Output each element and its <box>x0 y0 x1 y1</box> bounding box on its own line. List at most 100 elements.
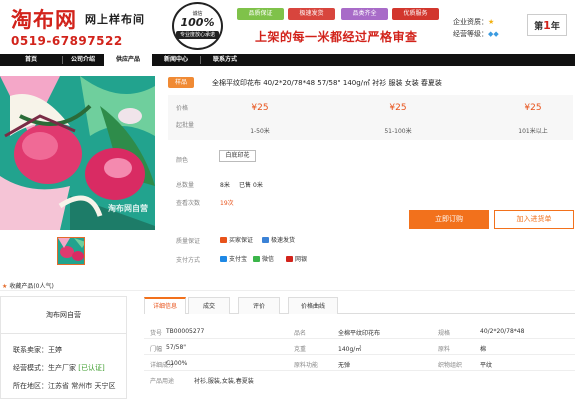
alipay-icon <box>220 256 227 262</box>
enterprise-credentials: 企业资质：★ 经营等级：◆◆ <box>453 16 499 40</box>
spec-value: 全棉平纹印花布 <box>338 330 381 337</box>
hotline-phone: 0519-67897522 <box>11 34 123 48</box>
spec-value: 衬衫,服装,女装,春夏装 <box>194 378 254 385</box>
nav-company[interactable]: 公司介绍 <box>63 54 103 66</box>
seal-value: 100% <box>180 16 215 29</box>
spec-key: 门幅 <box>150 346 163 353</box>
mode-value: 生产厂家 <box>48 364 76 372</box>
badge-full-range: 品类齐全 <box>341 8 388 20</box>
contact-label: 联系卖家： <box>13 346 48 354</box>
range-tier-1: 1-50米 <box>250 128 270 135</box>
fast-shipping-label: 极速发货 <box>271 237 296 244</box>
wechat-label: 微信 <box>262 256 275 263</box>
price-tier-2: ¥25 <box>389 103 407 113</box>
header-motto: 上架的每一米都经过严格审查 <box>255 30 418 44</box>
spec-value: 57/58" <box>166 344 187 351</box>
spec-key: 规格 <box>438 330 451 337</box>
bank-card-icon <box>286 256 293 262</box>
location-value: 江苏省 常州市 天宁区 <box>48 382 116 390</box>
detail-tabs: 详细信息 成交 评价 价格曲线 <box>144 297 575 314</box>
shield-icon <box>220 237 227 243</box>
mode-label: 经营模式： <box>13 364 48 372</box>
nav-news[interactable]: 新闻中心 <box>152 54 200 66</box>
color-label: 颜色 <box>176 157 189 164</box>
contact-value: 王婷 <box>48 346 62 354</box>
bank-label: 网银 <box>295 256 308 263</box>
thumbnail-pattern <box>58 238 84 264</box>
seller-name[interactable]: 淘布网自营 <box>1 297 126 334</box>
fast-shipping-item: 极速发货 <box>262 235 295 244</box>
range-tier-3: 101米以上 <box>518 128 548 135</box>
badge-fast-shipping: 极速发货 <box>288 8 335 20</box>
spec-key: 品名 <box>294 330 307 337</box>
range-tier-2: 51-100米 <box>384 128 412 135</box>
alipay-label: 支付宝 <box>229 256 248 263</box>
spec-value: TB00005277 <box>166 328 205 335</box>
spec-table: 货号 TB00005277 品名 全棉平纹印花布 规格 40/2*20/78*4… <box>144 318 575 399</box>
section-divider <box>0 290 575 291</box>
nav-contact[interactable]: 联系方式 <box>201 54 249 66</box>
wechat-item: 微信 <box>253 254 274 263</box>
sample-tag: 样品 <box>168 77 194 88</box>
site-slogan: 网上样布间 <box>85 13 145 26</box>
buy-now-button[interactable]: 立即订购 <box>409 210 489 229</box>
spec-value: C100% <box>166 360 188 367</box>
site-logo[interactable]: 淘布网 <box>11 4 77 34</box>
favorite-product[interactable]: ★ 收藏产品(0人气) <box>2 281 54 290</box>
price-label: 价格 <box>176 105 189 112</box>
seller-mode-row: 经营模式：生产厂家 [已认证] <box>13 363 105 373</box>
seller-info-box: 淘布网自营 联系卖家：王婷 经营模式：生产厂家 [已认证] 所在地区：江苏省 常… <box>0 296 127 399</box>
tab-reviews[interactable]: 评价 <box>238 297 280 314</box>
price-box: 价格 起批量 ¥25 ¥25 ¥25 1-50米 51-100米 101米以上 <box>168 95 573 140</box>
product-thumbnail[interactable] <box>57 237 85 265</box>
nav-home[interactable]: 首页 <box>0 54 62 66</box>
color-option[interactable]: 白底印花 <box>219 150 256 162</box>
sold-value: 0米 <box>253 182 263 189</box>
verified-badge: [已认证] <box>78 364 105 372</box>
truck-icon <box>262 237 269 243</box>
spec-value: 140g/㎡ <box>338 346 362 353</box>
tab-price-curve[interactable]: 价格曲线 <box>288 297 338 314</box>
tab-transactions[interactable]: 成交 <box>188 297 230 314</box>
enterprise-label: 企业资质： <box>453 18 488 26</box>
price-tier-3: ¥25 <box>524 103 542 113</box>
seller-location-row: 所在地区：江苏省 常州市 天宁区 <box>13 381 115 391</box>
add-to-cart-button[interactable]: 加入进货单 <box>494 210 574 229</box>
site-header: 淘布网 网上样布间 0519-67897522 诚信 100% 专业度放心承诺 … <box>0 0 575 53</box>
badge-quality: 品质保证 <box>237 8 284 20</box>
stock-label: 总数量 <box>176 182 195 189</box>
favorite-label: 收藏产品(0人气) <box>9 283 54 290</box>
bank-item: 网银 <box>286 254 307 263</box>
rating-label: 经营等级： <box>453 30 488 38</box>
product-title: 全棉平纹印花布 40/2*20/78*48 57/58" 140g/㎡ 衬衫 服… <box>212 79 442 87</box>
quality-label: 质量保证 <box>176 238 201 245</box>
spec-value: 无弹 <box>338 362 351 369</box>
guarantee-label: 买家保证 <box>229 237 254 244</box>
views-value: 19次 <box>220 200 234 207</box>
spec-value: 40/2*20/78*48 <box>480 328 525 335</box>
seal-bottom-text: 专业度放心承诺 <box>176 31 219 39</box>
spec-key: 原料 <box>438 346 451 353</box>
stock-value: 8米 <box>220 182 230 189</box>
spec-value: 平纹 <box>480 362 493 369</box>
sold-label: 已售 <box>239 182 252 189</box>
views-label: 查看次数 <box>176 200 201 207</box>
wechat-icon <box>253 256 260 262</box>
product-main-image[interactable]: 淘布网自营 <box>0 76 155 230</box>
integrity-seal: 诚信 100% 专业度放心承诺 <box>172 2 223 50</box>
diamond-icon: ◆◆ <box>488 30 499 38</box>
badge-service: 优质服务 <box>392 8 439 20</box>
membership-years: 第1年 <box>527 14 567 36</box>
year-suffix: 年 <box>550 22 560 32</box>
spec-row-divider <box>144 370 575 371</box>
nav-products[interactable]: 供应产品 <box>104 54 152 66</box>
spec-row-divider <box>144 338 575 339</box>
moq-label: 起批量 <box>176 122 195 129</box>
star-icon: ★ <box>488 18 495 26</box>
year-prefix: 第 <box>534 22 544 32</box>
spec-key: 原料功能 <box>294 362 319 369</box>
main-nav: 首页 公司介绍 供应产品 新闻中心 联系方式 <box>0 54 575 66</box>
payment-label: 支付方式 <box>176 257 201 264</box>
guarantee-item: 买家保证 <box>220 235 253 244</box>
tab-details[interactable]: 详细信息 <box>144 297 186 314</box>
